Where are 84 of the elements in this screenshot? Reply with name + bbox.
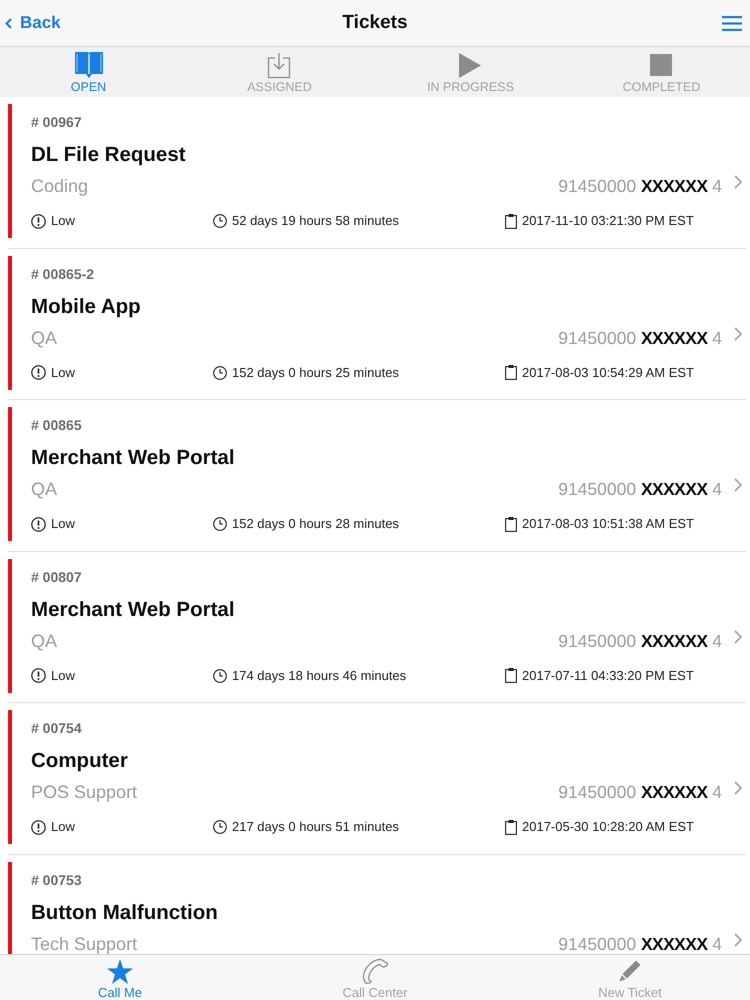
account-number: 91450000 XXXXXX 4: [558, 479, 722, 500]
download-tray-icon: [267, 52, 292, 78]
clipboard-icon: [505, 516, 517, 532]
book-icon: [74, 51, 104, 79]
ticket-card[interactable]: # 00807 Merchant Web Portal QA 91450000 XXXXXX 4 Low 174 days 18 hours 46 minutes 2017-07-11 04:33:20 PM EST: [8, 558, 746, 693]
stop-icon: [650, 54, 672, 76]
ticket-title: Merchant Web Portal: [31, 446, 236, 470]
bottom-tab[interactable]: Call Center: [340, 955, 410, 1000]
exclamation-circle-icon: [31, 516, 46, 532]
clipboard-icon: [505, 214, 517, 228]
ticket-age: 217 days 0 hours 51 minutes: [232, 819, 399, 836]
ticket-title: Button Malfunction: [31, 900, 219, 925]
priority-label: Low: [51, 364, 75, 381]
back-button[interactable]: Back: [0, 11, 65, 35]
account-number: 91450000 XXXXXX 4: [558, 782, 722, 802]
menu-icon: [722, 16, 742, 30]
priority-label: Low: [51, 668, 75, 684]
chevron-left-icon: [5, 18, 12, 28]
play-icon: [459, 52, 482, 78]
ticket-title: Merchant Web Portal: [31, 598, 236, 622]
pencil-icon: [618, 960, 641, 982]
created-date: 2017-07-11 04:33:20 PM EST: [522, 668, 694, 684]
created-date: 2017-08-03 10:51:38 AM EST: [522, 516, 694, 532]
phone-icon: [361, 958, 389, 984]
clock-icon: [213, 517, 227, 532]
bottom-tab[interactable]: Call Me: [96, 955, 144, 1000]
ticket-age: 52 days 19 hours 58 minutes: [232, 213, 399, 229]
ticket-age: 174 days 18 hours 46 minutes: [232, 668, 406, 684]
ticket-category: POS Support: [31, 782, 138, 802]
created-date: 2017-08-03 10:54:29 AM EST: [522, 364, 694, 381]
priority-label: Low: [51, 819, 75, 836]
screen-title: Tickets: [342, 11, 408, 35]
ticket-category: Coding: [31, 176, 88, 196]
status-tab[interactable]: OPEN: [68, 47, 108, 94]
ticket-age: 152 days 0 hours 25 minutes: [232, 364, 399, 381]
chevron-right-icon: [734, 478, 742, 492]
menu-button[interactable]: [722, 16, 742, 30]
ticket-number: # 00865-2: [31, 266, 96, 282]
clipboard-icon: [505, 365, 517, 380]
ticket-card[interactable]: # 00967 DL File Request Coding 91450000 XXXXXX 4 Low 52 days 19 hours 58 minutes 2017-11-10 03:21:30 PM EST: [8, 104, 746, 238]
ticket-category: QA: [31, 630, 58, 651]
status-tab[interactable]: COMPLETED: [620, 47, 702, 94]
clock-icon: [213, 214, 227, 228]
ticket-title: DL File Request: [31, 143, 187, 167]
ticket-number: # 00865: [31, 417, 83, 434]
ticket-number: # 00753: [31, 872, 83, 888]
star-icon: [106, 958, 133, 984]
ticket-title: Mobile App: [31, 294, 142, 319]
priority-label: Low: [51, 213, 75, 229]
status-tab[interactable]: IN PROGRESS: [425, 47, 516, 94]
chevron-right-icon: [734, 630, 742, 644]
ticket-category: QA: [31, 328, 58, 348]
ticket-card[interactable]: # 00865 Merchant Web Portal QA 91450000 XXXXXX 4 Low 152 days 0 hours 28 minutes 2017-08-03 10:51:38 AM EST: [8, 407, 746, 542]
account-number: 91450000 XXXXXX 4: [558, 630, 722, 651]
account-number: 91450000 XXXXXX 4: [558, 328, 722, 348]
account-number: 91450000 XXXXXX 4: [558, 934, 722, 954]
ticket-category: QA: [31, 479, 58, 500]
created-date: 2017-05-30 10:28:20 AM EST: [522, 819, 694, 836]
status-tab[interactable]: ASSIGNED: [245, 47, 314, 94]
exclamation-circle-icon: [31, 214, 46, 228]
ticket-number: # 00967: [31, 114, 83, 130]
ticket-card[interactable]: # 00865-2 Mobile App QA 91450000 XXXXXX 4 Low 152 days 0 hours 25 minutes 2017-08-03 10:54:29 AM EST: [8, 256, 746, 390]
created-date: 2017-11-10 03:21:30 PM EST: [522, 213, 694, 229]
clipboard-icon: [505, 668, 517, 684]
clock-icon: [213, 366, 227, 380]
exclamation-circle-icon: [31, 668, 46, 684]
clock-icon: [213, 820, 227, 834]
exclamation-circle-icon: [31, 820, 46, 835]
chevron-right-icon: [734, 326, 742, 341]
ticket-category: Tech Support: [31, 934, 138, 954]
clock-icon: [213, 668, 227, 683]
account-number: 91450000 XXXXXX 4: [558, 176, 722, 196]
bottom-tab[interactable]: New Ticket: [596, 955, 664, 1000]
clipboard-icon: [505, 820, 517, 835]
chevron-right-icon: [734, 175, 742, 189]
ticket-number: # 00754: [31, 720, 83, 736]
priority-label: Low: [51, 516, 75, 532]
chevron-right-icon: [734, 932, 742, 947]
chevron-right-icon: [734, 781, 742, 796]
ticket-number: # 00807: [31, 568, 83, 585]
exclamation-circle-icon: [31, 365, 46, 380]
ticket-title: Computer: [31, 749, 129, 774]
ticket-card[interactable]: # 00754 Computer POS Support 91450000 XXXXXX 4 Low 217 days 0 hours 51 minutes 2017-05-30 10:28:20 AM EST: [8, 710, 746, 844]
ticket-age: 152 days 0 hours 28 minutes: [232, 516, 399, 532]
